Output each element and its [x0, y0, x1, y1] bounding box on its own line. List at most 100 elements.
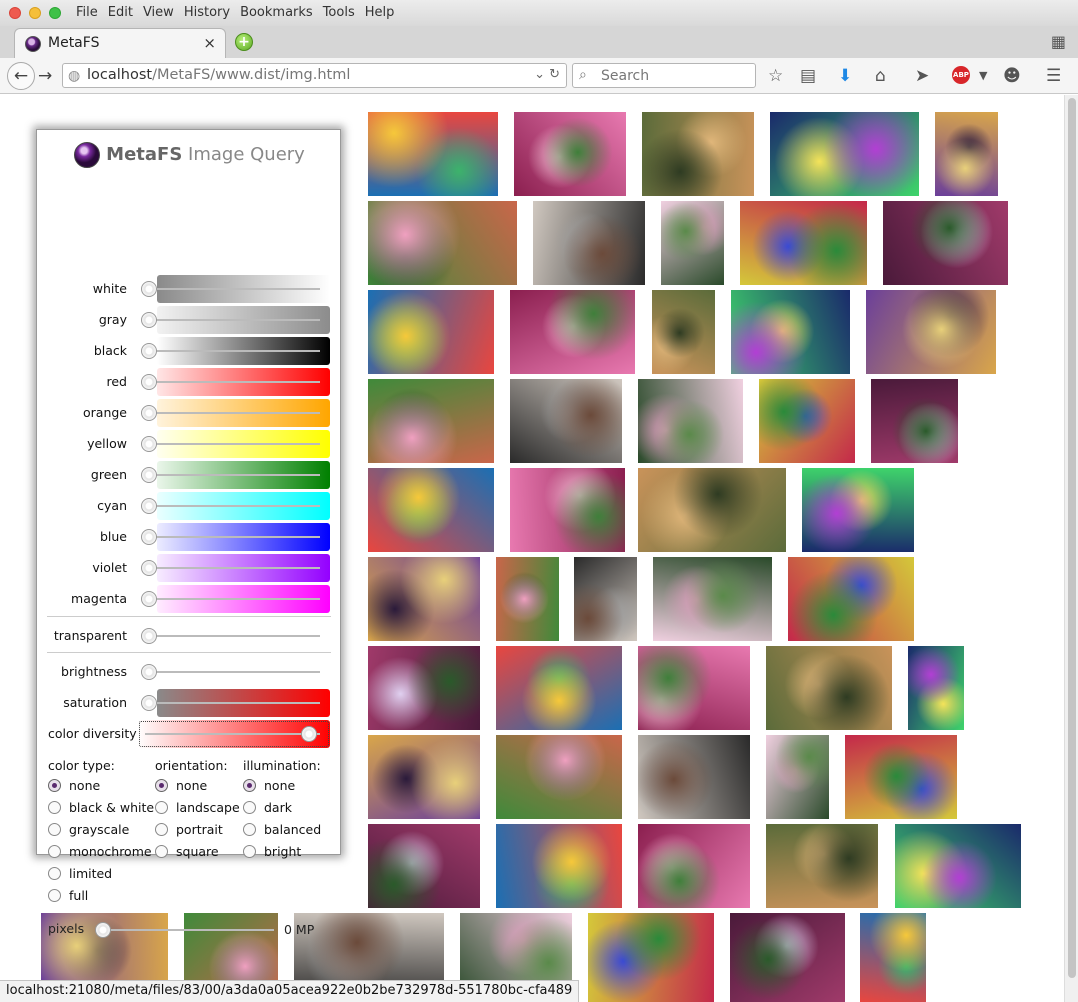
addon-dropdown-icon[interactable]: ▼ [979, 69, 987, 82]
cyan-slider-track[interactable] [145, 505, 320, 507]
magenta-slider-track[interactable] [145, 598, 320, 600]
color-diversity-slider-knob[interactable] [301, 726, 317, 742]
violet-slider-knob[interactable] [141, 560, 157, 576]
image-thumbnail[interactable] [510, 379, 622, 463]
url-bar[interactable]: ◍ localhost/MetaFS/www.dist/img.html ⌄ ↻ [62, 63, 567, 88]
forward-arrow-icon[interactable]: → [38, 66, 52, 86]
image-thumbnail[interactable] [588, 913, 714, 1002]
image-thumbnail[interactable] [368, 646, 480, 730]
orange-slider-track[interactable] [145, 412, 320, 414]
menu-history[interactable]: History [184, 5, 230, 20]
image-thumbnail[interactable] [368, 112, 498, 196]
image-thumbnail[interactable] [368, 290, 494, 374]
illumination-radio[interactable] [243, 779, 256, 792]
bookmark-star-icon[interactable]: ☆ [768, 66, 783, 86]
menu-tools[interactable]: Tools [323, 5, 355, 20]
pixels-slider-track[interactable] [103, 929, 274, 931]
color-type-radio[interactable] [48, 889, 61, 902]
image-thumbnail[interactable] [908, 646, 964, 730]
illumination-option[interactable]: bright [243, 844, 321, 866]
blue-slider-track[interactable] [145, 536, 320, 538]
image-thumbnail[interactable] [638, 646, 750, 730]
image-thumbnail[interactable] [860, 913, 926, 1002]
image-thumbnail[interactable] [510, 468, 625, 552]
image-thumbnail[interactable] [731, 290, 850, 374]
color-type-radio[interactable] [48, 845, 61, 858]
color-type-radio[interactable] [48, 823, 61, 836]
magenta-slider-knob[interactable] [141, 591, 157, 607]
image-thumbnail[interactable] [368, 379, 494, 463]
image-thumbnail[interactable] [740, 201, 867, 285]
orientation-option[interactable]: portrait [155, 822, 240, 844]
white-slider-track[interactable] [145, 288, 320, 290]
saturation-slider-track[interactable] [145, 702, 320, 704]
image-thumbnail[interactable] [638, 735, 750, 819]
black-slider-track[interactable] [145, 350, 320, 352]
illumination-radio[interactable] [243, 823, 256, 836]
image-thumbnail[interactable] [935, 112, 998, 196]
image-thumbnail[interactable] [871, 379, 958, 463]
download-icon[interactable]: ⬇ [838, 66, 852, 86]
image-thumbnail[interactable] [766, 824, 878, 908]
transparent-slider-knob[interactable] [141, 628, 157, 644]
scrollbar-thumb[interactable] [1068, 98, 1076, 978]
orientation-radio[interactable] [155, 823, 168, 836]
image-thumbnail[interactable] [368, 201, 517, 285]
image-thumbnail[interactable] [766, 646, 892, 730]
green-slider-knob[interactable] [141, 467, 157, 483]
search-input[interactable] [599, 66, 749, 85]
image-thumbnail[interactable] [730, 913, 845, 1002]
gray-slider-track[interactable] [145, 319, 320, 321]
menu-help[interactable]: Help [365, 5, 395, 20]
tab-groups-icon[interactable]: ▦ [1051, 32, 1066, 51]
color-type-radio[interactable] [48, 801, 61, 814]
color-type-radio[interactable] [48, 779, 61, 792]
image-thumbnail[interactable] [496, 735, 622, 819]
window-minimize-button[interactable] [29, 7, 41, 19]
illumination-radio[interactable] [243, 801, 256, 814]
image-thumbnail[interactable] [642, 112, 754, 196]
back-arrow-icon[interactable]: ← [7, 62, 35, 90]
menu-file[interactable]: File [76, 5, 98, 20]
image-thumbnail[interactable] [895, 824, 1021, 908]
color-diversity-slider-track[interactable] [145, 733, 320, 735]
color-type-option[interactable]: monochrome [48, 844, 154, 866]
image-thumbnail[interactable] [638, 468, 786, 552]
home-icon[interactable]: ⌂ [875, 66, 886, 86]
window-close-button[interactable] [9, 7, 21, 19]
image-thumbnail[interactable] [533, 201, 645, 285]
image-thumbnail[interactable] [845, 735, 957, 819]
image-thumbnail[interactable] [866, 290, 996, 374]
menu-edit[interactable]: Edit [108, 5, 133, 20]
red-slider-track[interactable] [145, 381, 320, 383]
image-thumbnail[interactable] [496, 646, 622, 730]
color-type-option[interactable]: limited [48, 866, 154, 888]
menu-bookmarks[interactable]: Bookmarks [240, 5, 313, 20]
orange-slider-knob[interactable] [141, 405, 157, 421]
color-type-option[interactable]: full [48, 888, 154, 910]
menu-view[interactable]: View [143, 5, 174, 20]
image-thumbnail[interactable] [788, 557, 914, 641]
image-thumbnail[interactable] [496, 557, 559, 641]
transparent-slider-track[interactable] [145, 635, 320, 637]
orientation-radio[interactable] [155, 845, 168, 858]
gray-slider-knob[interactable] [141, 312, 157, 328]
violet-slider-track[interactable] [145, 567, 320, 569]
page-scrollbar[interactable] [1064, 95, 1078, 1002]
green-slider-track[interactable] [145, 474, 320, 476]
image-thumbnail[interactable] [652, 290, 715, 374]
brightness-slider-knob[interactable] [141, 664, 157, 680]
image-thumbnail[interactable] [368, 824, 480, 908]
orientation-option[interactable]: none [155, 778, 240, 800]
window-maximize-button[interactable] [49, 7, 61, 19]
send-icon[interactable]: ➤ [915, 66, 929, 86]
image-thumbnail[interactable] [883, 201, 1008, 285]
red-slider-knob[interactable] [141, 374, 157, 390]
image-thumbnail[interactable] [514, 112, 626, 196]
url-text[interactable]: localhost/MetaFS/www.dist/img.html [87, 67, 350, 83]
white-slider-knob[interactable] [141, 281, 157, 297]
image-thumbnail[interactable] [653, 557, 772, 641]
hamburger-menu-icon[interactable]: ☰ [1046, 66, 1061, 86]
image-thumbnail[interactable] [510, 290, 635, 374]
image-thumbnail[interactable] [661, 201, 724, 285]
